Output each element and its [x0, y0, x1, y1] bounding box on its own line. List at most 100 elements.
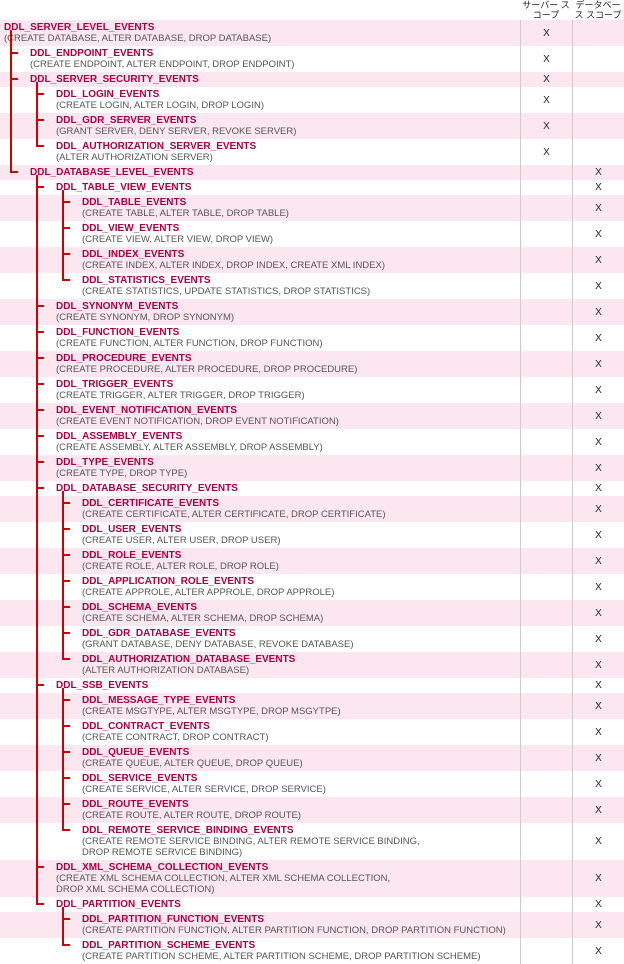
server-scope-cell: [520, 377, 572, 403]
event-desc: (CREATE INDEX, ALTER INDEX, DROP INDEX, …: [82, 260, 516, 271]
database-scope-cell: X: [572, 455, 624, 481]
event-desc: (ALTER AUTHORIZATION DATABASE): [82, 665, 516, 676]
event-title: DDL_ROLE_EVENTS: [82, 550, 516, 561]
event-desc: (CREATE LOGIN, ALTER LOGIN, DROP LOGIN): [56, 100, 516, 111]
event-title: DDL_REMOTE_SERVICE_BINDING_EVENTS: [82, 825, 516, 836]
tree-row: DDL_SERVICE_EVENTS(CREATE SERVICE, ALTER…: [0, 771, 624, 797]
event-desc: (CREATE ROLE, ALTER ROLE, DROP ROLE): [82, 561, 516, 572]
server-scope-cell: [520, 860, 572, 897]
event-desc: (CREATE CERTIFICATE, ALTER CERTIFICATE, …: [82, 509, 516, 520]
event-title: DDL_SERVER_LEVEL_EVENTS: [4, 22, 516, 33]
database-scope-cell: X: [572, 522, 624, 548]
tree-row: DDL_GDR_DATABASE_EVENTS(GRANT DATABASE, …: [0, 626, 624, 652]
server-scope-cell: [520, 693, 572, 719]
database-scope-cell: X: [572, 600, 624, 626]
server-scope-cell: [520, 548, 572, 574]
database-scope-cell: X: [572, 496, 624, 522]
event-title: DDL_DATABASE_LEVEL_EVENTS: [30, 167, 516, 178]
tree-row: DDL_LOGIN_EVENTS(CREATE LOGIN, ALTER LOG…: [0, 87, 624, 113]
tree-line-icon: [36, 175, 38, 905]
server-scope-cell: [520, 351, 572, 377]
header-database-scope: データベース スコープ: [572, 0, 624, 20]
tree-row: DDL_DATABASE_LEVEL_EVENTSX: [0, 165, 624, 180]
event-title: DDL_CERTIFICATE_EVENTS: [82, 498, 516, 509]
database-scope-cell: [572, 87, 624, 113]
server-scope-cell: [520, 429, 572, 455]
database-scope-cell: X: [572, 938, 624, 964]
event-title: DDL_STATISTICS_EVENTS: [82, 275, 516, 286]
database-scope-cell: X: [572, 325, 624, 351]
tree-row: DDL_SERVER_LEVEL_EVENTS(CREATE DATABASE,…: [0, 20, 624, 46]
event-title: DDL_ENDPOINT_EVENTS: [30, 48, 516, 59]
tree-line-icon: [10, 30, 12, 173]
server-scope-cell: X: [520, 72, 572, 87]
server-scope-cell: [520, 823, 572, 860]
event-desc: (CREATE STATISTICS, UPDATE STATISTICS, D…: [82, 286, 516, 297]
database-scope-cell: X: [572, 351, 624, 377]
event-desc: (CREATE PROCEDURE, ALTER PROCEDURE, DROP…: [56, 364, 516, 375]
server-scope-cell: [520, 912, 572, 938]
server-scope-cell: [520, 797, 572, 823]
tree-row: DDL_AUTHORIZATION_DATABASE_EVENTS(ALTER …: [0, 652, 624, 678]
event-desc: (GRANT DATABASE, DENY DATABASE, REVOKE D…: [82, 639, 516, 650]
event-title: DDL_AUTHORIZATION_DATABASE_EVENTS: [82, 654, 516, 665]
server-scope-cell: X: [520, 87, 572, 113]
tree-line-icon: [62, 190, 64, 281]
database-scope-cell: X: [572, 273, 624, 299]
event-desc: (CREATE SYNONYM, DROP SYNONYM): [56, 312, 516, 323]
database-scope-cell: X: [572, 247, 624, 273]
database-scope-cell: [572, 113, 624, 139]
tree-line-icon: [62, 491, 64, 660]
database-scope-cell: X: [572, 548, 624, 574]
tree-row: DDL_REMOTE_SERVICE_BINDING_EVENTS(CREATE…: [0, 823, 624, 860]
database-scope-cell: X: [572, 377, 624, 403]
database-scope-cell: [572, 139, 624, 165]
event-title: DDL_TABLE_VIEW_EVENTS: [56, 182, 516, 193]
database-scope-cell: [572, 72, 624, 87]
event-title: DDL_SSB_EVENTS: [56, 680, 516, 691]
event-desc: (CREATE PARTITION FUNCTION, ALTER PARTIT…: [82, 925, 516, 936]
event-title: DDL_TYPE_EVENTS: [56, 457, 516, 468]
tree-row: DDL_XML_SCHEMA_COLLECTION_EVENTS(CREATE …: [0, 860, 624, 897]
event-title: DDL_INDEX_EVENTS: [82, 249, 516, 260]
server-scope-cell: [520, 600, 572, 626]
event-title: DDL_GDR_SERVER_EVENTS: [56, 115, 516, 126]
database-scope-cell: X: [572, 678, 624, 693]
tree-row: DDL_TABLE_VIEW_EVENTSX: [0, 180, 624, 195]
server-scope-cell: [520, 938, 572, 964]
database-scope-cell: [572, 20, 624, 46]
tree-row: DDL_SSB_EVENTS X: [0, 678, 624, 693]
event-title: DDL_MESSAGE_TYPE_EVENTS: [82, 695, 516, 706]
database-scope-cell: X: [572, 860, 624, 897]
tree-row: DDL_FUNCTION_EVENTS(CREATE FUNCTION, ALT…: [0, 325, 624, 351]
server-scope-cell: [520, 522, 572, 548]
event-desc: (CREATE SERVICE, ALTER SERVICE, DROP SER…: [82, 784, 516, 795]
server-scope-cell: [520, 247, 572, 273]
event-desc: (CREATE ASSEMBLY, ALTER ASSEMBLY, DROP A…: [56, 442, 516, 453]
tree-row: DDL_SCHEMA_EVENTS(CREATE SCHEMA, ALTER S…: [0, 600, 624, 626]
database-scope-cell: X: [572, 221, 624, 247]
header-server-scope: サーバー スコープ: [520, 0, 572, 20]
event-title: DDL_SCHEMA_EVENTS: [82, 602, 516, 613]
event-tree: DDL_SERVER_LEVEL_EVENTS(CREATE DATABASE,…: [0, 20, 624, 964]
event-desc: (CREATE TYPE, DROP TYPE): [56, 468, 516, 479]
tree-row: DDL_QUEUE_EVENTS(CREATE QUEUE, ALTER QUE…: [0, 745, 624, 771]
server-scope-cell: [520, 771, 572, 797]
event-title: DDL_VIEW_EVENTS: [82, 223, 516, 234]
database-scope-cell: X: [572, 481, 624, 496]
event-title: DDL_CONTRACT_EVENTS: [82, 721, 516, 732]
server-scope-cell: [520, 455, 572, 481]
database-scope-cell: X: [572, 797, 624, 823]
event-title: DDL_TABLE_EVENTS: [82, 197, 516, 208]
tree-row: DDL_TYPE_EVENTS(CREATE TYPE, DROP TYPE) X: [0, 455, 624, 481]
server-scope-cell: [520, 403, 572, 429]
event-title: DDL_SERVICE_EVENTS: [82, 773, 516, 784]
server-scope-cell: [520, 496, 572, 522]
server-scope-cell: X: [520, 113, 572, 139]
tree-row: DDL_STATISTICS_EVENTS(CREATE STATISTICS,…: [0, 273, 624, 299]
event-desc: (CREATE EVENT NOTIFICATION, DROP EVENT N…: [56, 416, 516, 427]
tree-row: DDL_ASSEMBLY_EVENTS(CREATE ASSEMBLY, ALT…: [0, 429, 624, 455]
event-title: DDL_ROUTE_EVENTS: [82, 799, 516, 810]
event-title: DDL_AUTHORIZATION_SERVER_EVENTS: [56, 141, 516, 152]
event-desc: (CREATE REMOTE SERVICE BINDING, ALTER RE…: [82, 836, 516, 858]
